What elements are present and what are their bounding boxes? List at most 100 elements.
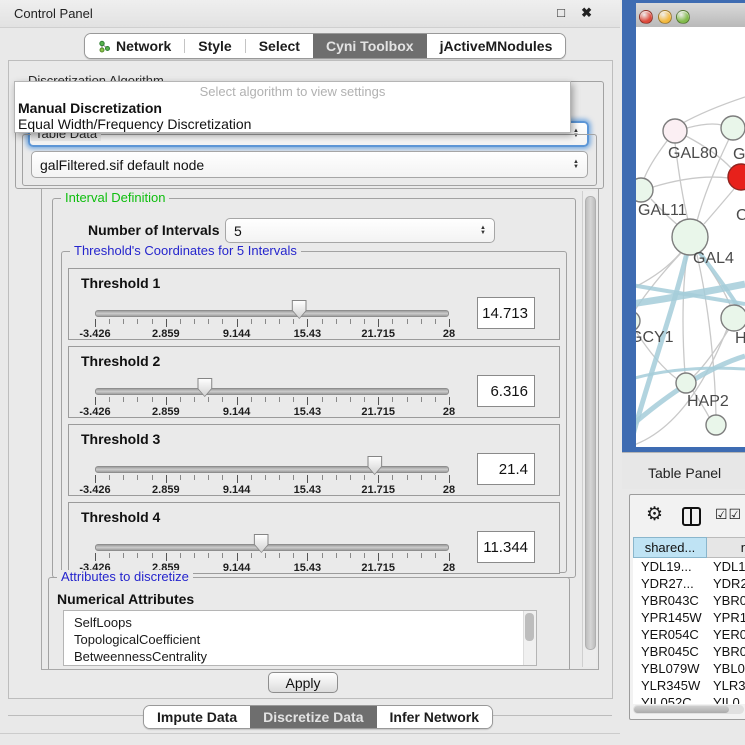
- tab-discretize-data[interactable]: Discretize Data: [250, 706, 376, 728]
- settings-scrollbar[interactable]: [582, 191, 596, 667]
- zoom-traffic-light[interactable]: [676, 10, 690, 24]
- network-node-green[interactable]: [721, 116, 745, 140]
- slider-track[interactable]: [95, 310, 449, 317]
- slider-tick: [194, 319, 195, 324]
- slider-tick: [152, 475, 153, 480]
- network-node-label: G.: [733, 146, 745, 163]
- gear-icon[interactable]: ⚙: [646, 503, 663, 526]
- tab-style[interactable]: Style: [185, 34, 244, 58]
- settings-scrollbar-thumb[interactable]: [585, 196, 596, 650]
- table-panel-toolbar: ⚙ ☑☑: [630, 495, 745, 535]
- table-row[interactable]: YPR145WYPR1: [633, 609, 745, 626]
- slider-tick: [307, 319, 308, 327]
- column-header-name[interactable]: na: [707, 537, 745, 558]
- tab-select[interactable]: Select: [246, 34, 313, 58]
- tab-network-label: Network: [116, 38, 171, 54]
- threshold-slider[interactable]: -3.4262.8599.14415.4321.71528: [95, 461, 449, 495]
- table-row[interactable]: YBR045CYBR0: [633, 643, 745, 660]
- attributes-scrollbar-thumb[interactable]: [525, 613, 534, 641]
- threshold-label: Threshold 1: [81, 275, 160, 291]
- threshold-slider[interactable]: -3.4262.8599.14415.4321.71528: [95, 383, 449, 417]
- network-edge: [636, 252, 681, 289]
- table-row[interactable]: YBL079WYBL0: [633, 660, 745, 677]
- table-hscrollbar-thumb[interactable]: [634, 706, 729, 713]
- combo-spinner-icon: ▲▼: [567, 160, 579, 170]
- network-node-green[interactable]: [721, 305, 745, 331]
- table-hscrollbar[interactable]: [633, 705, 744, 714]
- table-row[interactable]: YBR043CYBR0: [633, 592, 745, 609]
- slider-tick: [109, 553, 110, 558]
- attribute-list-item[interactable]: SelfLoops: [74, 614, 536, 631]
- minimize-traffic-light[interactable]: [658, 10, 672, 24]
- cell-shared-name: YBL079W: [633, 661, 707, 676]
- cell-name: YBR0: [707, 593, 745, 608]
- threshold-slider[interactable]: -3.4262.8599.14415.4321.71528: [95, 539, 449, 573]
- slider-tick: [378, 319, 379, 327]
- tab-cyni-toolbox[interactable]: Cyni Toolbox: [313, 34, 427, 58]
- dropdown-option-manual[interactable]: Manual Discretization: [15, 100, 570, 116]
- table-data-combobox[interactable]: galFiltered.sif default node ▲▼: [31, 151, 588, 178]
- slider-tick: [166, 319, 167, 327]
- tab-select-label: Select: [259, 38, 300, 54]
- num-intervals-combobox[interactable]: 5 ▲▼: [225, 218, 495, 243]
- tab-infer-network[interactable]: Infer Network: [377, 706, 492, 728]
- slider-tick: [307, 475, 308, 483]
- threshold-slider[interactable]: -3.4262.8599.14415.4321.71528: [95, 305, 449, 339]
- slider-tick-label: -3.426: [79, 406, 110, 418]
- threshold-panel: Threshold 3 -3.4262.8599.14415.4321.7152…: [68, 424, 560, 496]
- slider-track[interactable]: [95, 544, 449, 551]
- dropdown-option-equal-width[interactable]: Equal Width/Frequency Discretization: [15, 116, 570, 132]
- float-window-icon[interactable]: □: [557, 5, 565, 20]
- column-header-shared[interactable]: shared...: [633, 537, 707, 558]
- slider-tick: [123, 397, 124, 402]
- thresholds-group: Threshold's Coordinates for 5 Intervals …: [61, 251, 567, 573]
- numerical-attributes-list[interactable]: SelfLoopsTopologicalCoefficientBetweenne…: [63, 610, 537, 666]
- network-node-green[interactable]: [636, 311, 640, 331]
- table-row[interactable]: YER054CYER0: [633, 626, 745, 643]
- close-icon[interactable]: ✖: [581, 5, 592, 21]
- network-window-titlebar[interactable]: [636, 3, 745, 28]
- control-panel-tabbar: Network Style Select Cyni Toolbox jActiv…: [84, 33, 566, 59]
- checkbox-icons[interactable]: ☑☑: [715, 506, 742, 523]
- slider-tick: [180, 475, 181, 480]
- network-node-label: GCY1: [636, 329, 674, 346]
- slider-tick: [421, 475, 422, 480]
- cell-shared-name: YDR27...: [633, 576, 707, 591]
- table-row[interactable]: YDR27...YDR2: [633, 575, 745, 592]
- table-row[interactable]: YIL052CYIL0: [633, 694, 745, 704]
- network-node-green[interactable]: [676, 373, 696, 393]
- apply-button[interactable]: Apply: [268, 672, 338, 693]
- slider-tick-label: -3.426: [79, 328, 110, 340]
- slider-tick: [265, 553, 266, 558]
- tab-network[interactable]: Network: [85, 34, 184, 58]
- slider-tick: [421, 397, 422, 402]
- column-layout-icon[interactable]: [682, 507, 701, 526]
- threshold-value-field[interactable]: 6.316: [477, 375, 535, 407]
- threshold-value-field[interactable]: 14.713: [477, 297, 535, 329]
- table-row[interactable]: YDL19...YDL1: [633, 558, 745, 575]
- attribute-list-item[interactable]: BetweennessCentrality: [74, 648, 536, 665]
- attributes-scrollbar[interactable]: [523, 611, 536, 665]
- slider-tick: [435, 397, 436, 402]
- network-canvas[interactable]: GAL80G.GAL11CGAL4GCY1HHAP2: [636, 27, 745, 447]
- network-node-green[interactable]: [706, 415, 726, 435]
- slider-tick: [279, 475, 280, 480]
- slider-tick: [336, 397, 337, 402]
- tab-jactivemnodules[interactable]: jActiveMNodules: [427, 34, 566, 58]
- table-row[interactable]: YLR345WYLR3: [633, 677, 745, 694]
- attribute-list-item[interactable]: TopologicalCoefficient: [74, 631, 536, 648]
- slider-tick: [293, 475, 294, 480]
- cell-shared-name: YIL052C: [633, 695, 707, 704]
- close-traffic-light[interactable]: [639, 10, 653, 24]
- slider-tick-label: 9.144: [223, 406, 251, 418]
- network-node-label: HAP2: [687, 393, 729, 410]
- threshold-value-field[interactable]: 21.4: [477, 453, 535, 485]
- slider-track[interactable]: [95, 388, 449, 395]
- tab-impute-data[interactable]: Impute Data: [144, 706, 250, 728]
- slider-tick: [364, 553, 365, 558]
- network-node-pink[interactable]: [663, 119, 687, 143]
- slider-track[interactable]: [95, 466, 449, 473]
- network-node-green[interactable]: [636, 178, 653, 202]
- threshold-value-field[interactable]: 11.344: [477, 531, 535, 563]
- slider-tick: [251, 397, 252, 402]
